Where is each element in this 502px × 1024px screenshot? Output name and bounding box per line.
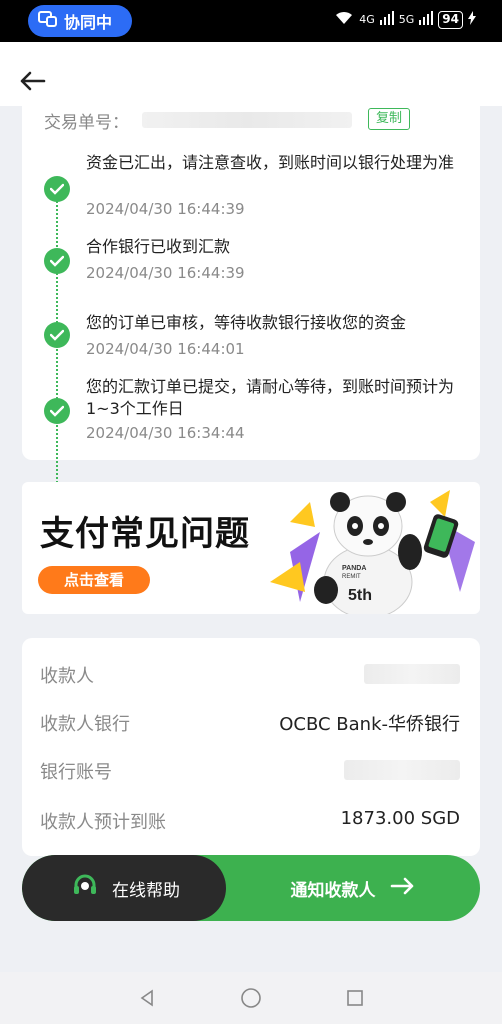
check-icon xyxy=(44,398,70,424)
order-status-card: 交易单号： 复制 资金已汇出，请注意查收，到账时间以银行处理为准 2024/04… xyxy=(22,106,480,486)
order-number-redacted xyxy=(142,112,352,128)
mascot-text: REMIT xyxy=(342,574,361,580)
circle-home-icon xyxy=(241,988,261,1008)
system-nav-bar xyxy=(0,972,502,1024)
status-indicators: 4G 5G 94 xyxy=(334,10,476,29)
account-label: 银行账号 xyxy=(40,762,112,783)
square-recents-icon xyxy=(347,990,363,1006)
amount-value: 1873.00 SGD xyxy=(340,808,460,829)
notify-payee-button[interactable]: 通知收款人 xyxy=(226,855,480,921)
payee-name-redacted xyxy=(364,664,460,684)
payee-row: 收款人 xyxy=(40,662,460,688)
collab-label: 协同中 xyxy=(64,13,113,32)
step-description: 您的订单已审核，等待收款银行接收您的资金 xyxy=(86,313,407,332)
battery-level: 94 xyxy=(438,10,463,29)
step-description: 您的汇款订单已提交，请耐心等待，到账时间预计为1~3个工作日 xyxy=(86,377,455,418)
step-time: 2024/04/30 16:34:44 xyxy=(86,424,245,442)
check-icon xyxy=(44,322,70,348)
account-row: 银行账号 xyxy=(40,758,460,784)
network-4g: 4G xyxy=(359,13,375,26)
mascot-text: 5th xyxy=(348,587,372,604)
collab-indicator[interactable]: 协同中 xyxy=(28,5,132,37)
multi-screen-icon xyxy=(38,10,58,32)
account-number-redacted xyxy=(344,760,460,780)
online-help-label: 在线帮助 xyxy=(112,880,180,901)
status-bar: 协同中 4G 5G 94 xyxy=(0,0,502,42)
signal-icon xyxy=(379,11,394,28)
step-time: 2024/04/30 16:44:39 xyxy=(86,200,245,218)
step-description: 合作银行已收到汇款 xyxy=(86,237,231,256)
amount-row: 收款人预计到账 1873.00 SGD xyxy=(40,808,460,834)
action-bar: 在线帮助 通知收款人 xyxy=(22,855,480,921)
step-time: 2024/04/30 16:44:01 xyxy=(86,340,245,358)
bank-label: 收款人银行 xyxy=(40,714,130,735)
order-number-label: 交易单号： xyxy=(44,113,129,133)
back-button[interactable] xyxy=(16,66,50,96)
nav-recents-button[interactable] xyxy=(338,981,372,1015)
panda-mascot-illustration: PANDA REMIT 5th xyxy=(270,490,475,614)
step-time: 2024/04/30 16:44:39 xyxy=(86,264,245,282)
faq-banner[interactable]: 支付常见问题 点击查看 PANDA REMIT 5th xyxy=(22,482,480,614)
payee-info-card: 收款人 收款人银行 OCBC Bank-华侨银行 银行账号 收款人预计到账 18… xyxy=(22,638,480,856)
signal-icon-2 xyxy=(419,11,434,28)
bank-value: OCBC Bank-华侨银行 xyxy=(279,714,460,735)
top-bar xyxy=(0,42,502,106)
nav-back-button[interactable] xyxy=(130,981,164,1015)
online-help-button[interactable]: 在线帮助 xyxy=(22,855,226,921)
payee-label: 收款人 xyxy=(40,666,94,687)
arrow-left-icon xyxy=(20,71,46,91)
nav-home-button[interactable] xyxy=(234,981,268,1015)
bank-row: 收款人银行 OCBC Bank-华侨银行 xyxy=(40,710,460,736)
wifi-icon xyxy=(334,10,354,29)
headset-icon xyxy=(72,873,98,904)
network-5g: 5G xyxy=(398,13,415,26)
amount-label: 收款人预计到账 xyxy=(40,812,166,833)
mascot-text: PANDA xyxy=(342,565,366,572)
check-icon xyxy=(44,176,70,202)
view-faq-button[interactable]: 点击查看 xyxy=(38,566,150,594)
check-icon xyxy=(44,248,70,274)
arrow-right-icon xyxy=(390,876,416,901)
charging-icon xyxy=(468,11,476,28)
banner-title: 支付常见问题 xyxy=(40,514,250,554)
triangle-back-icon xyxy=(140,989,153,1007)
copy-button[interactable]: 复制 xyxy=(368,108,410,130)
step-description: 资金已汇出，请注意查收，到账时间以银行处理为准 xyxy=(86,153,455,172)
notify-payee-label: 通知收款人 xyxy=(290,880,376,901)
